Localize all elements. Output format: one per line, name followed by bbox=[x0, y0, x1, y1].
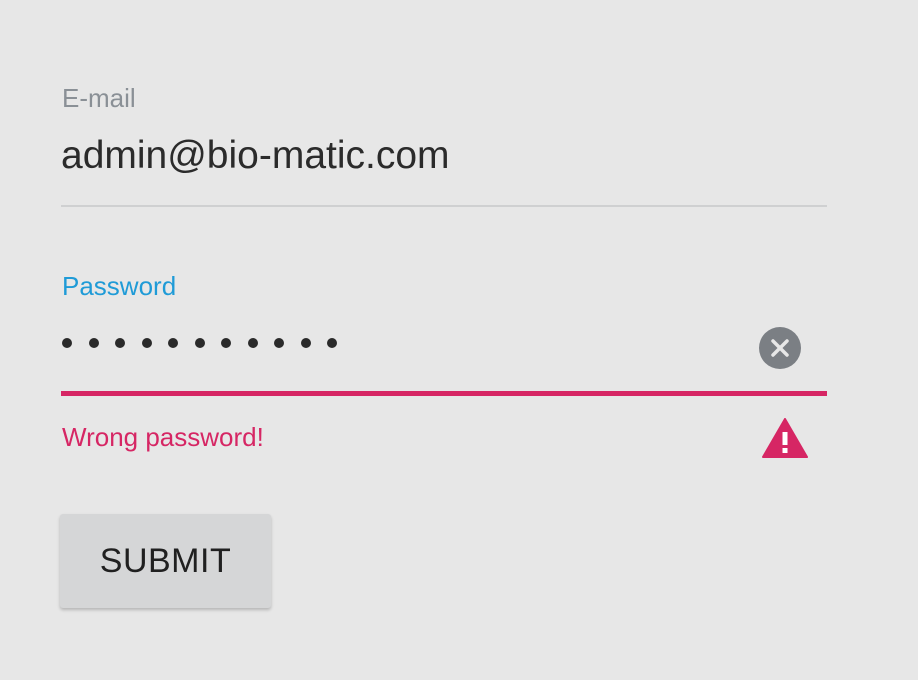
password-mask-dot bbox=[300, 338, 311, 348]
login-form: E-mail Password Wrong password! SUBMIT bbox=[0, 0, 918, 680]
password-mask-dot bbox=[141, 338, 152, 348]
password-mask-dot bbox=[115, 338, 125, 348]
password-mask-dot bbox=[88, 338, 99, 348]
password-mask-dot bbox=[327, 338, 337, 348]
email-field[interactable] bbox=[61, 130, 761, 182]
password-mask-dot bbox=[247, 338, 258, 348]
password-error-message: Wrong password! bbox=[62, 422, 264, 452]
submit-button[interactable]: SUBMIT bbox=[60, 514, 271, 608]
warning-icon bbox=[762, 418, 808, 458]
password-mask-dot bbox=[274, 338, 284, 348]
clear-icon bbox=[771, 339, 789, 357]
password-mask-dot bbox=[221, 338, 231, 348]
password-field[interactable] bbox=[62, 318, 354, 368]
email-underline bbox=[61, 205, 827, 207]
password-mask-dot bbox=[168, 338, 178, 348]
password-label: Password bbox=[62, 271, 177, 301]
password-mask-dot bbox=[194, 338, 205, 348]
clear-password-button[interactable] bbox=[759, 327, 801, 369]
email-label: E-mail bbox=[62, 83, 136, 113]
password-mask-dot bbox=[62, 338, 72, 348]
password-underline-error bbox=[61, 391, 827, 396]
